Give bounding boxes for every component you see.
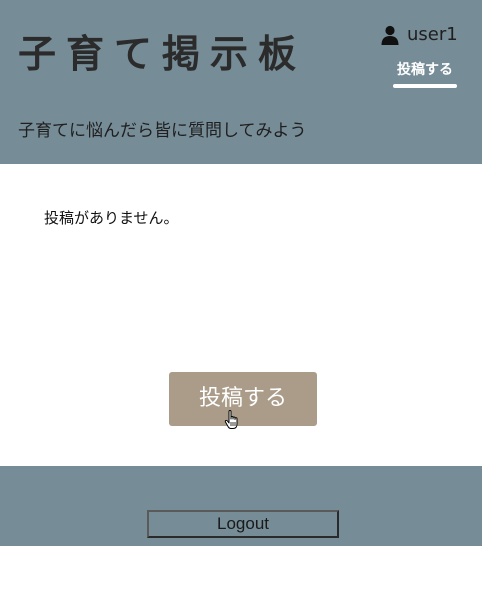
empty-posts-message: 投稿がありません。 [44,209,179,227]
header: 子育て掲示板 user1 投稿する 子育てに悩んだら皆に質問してみよう [0,0,482,164]
user-name: user1 [407,24,458,45]
page-subtitle: 子育てに悩んだら皆に質問してみよう [18,121,307,141]
nav-post-link-underline [393,84,457,88]
user-info: user1 [380,24,458,46]
user-icon [381,25,399,45]
nav-post-link[interactable]: 投稿する [393,60,457,80]
site-title[interactable]: 子育て掲示板 [18,30,306,78]
hand-cursor-icon [224,410,238,429]
footer: Logout [0,466,482,546]
main-content: 投稿がありません。 投稿する [0,164,482,466]
create-post-button[interactable]: 投稿する [169,372,317,426]
logout-button[interactable]: Logout [147,510,339,538]
